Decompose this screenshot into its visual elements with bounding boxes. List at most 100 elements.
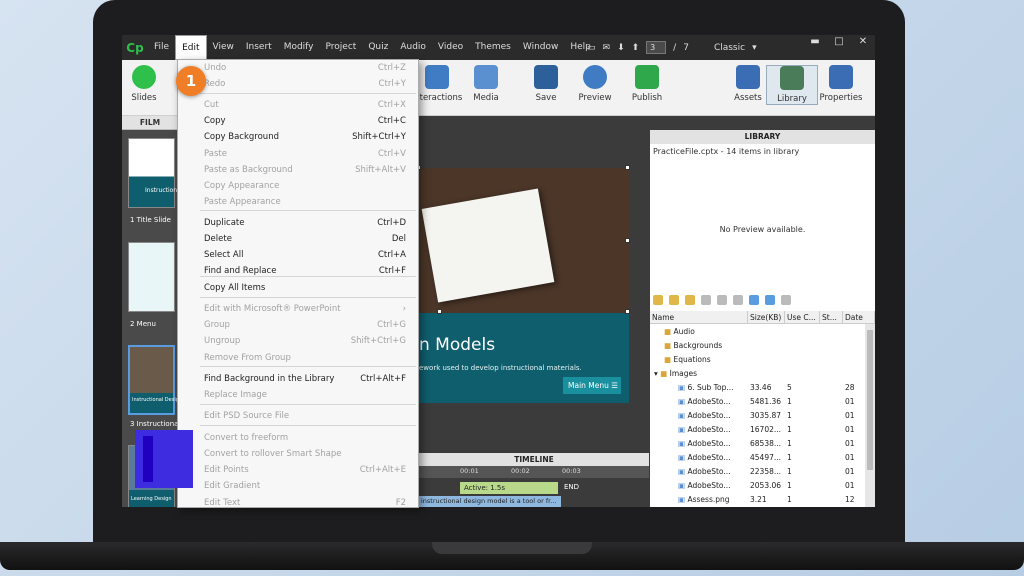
active-clip[interactable]: Active: 1.5s bbox=[460, 482, 558, 494]
library-folder[interactable]: ■ Equations bbox=[650, 353, 865, 367]
duplicate-icon[interactable] bbox=[717, 295, 727, 305]
column-name[interactable]: Name bbox=[650, 311, 748, 323]
menu-window[interactable]: Window bbox=[517, 35, 565, 60]
library-item[interactable]: ▣ AdobeSto... 3035.87 1 01 bbox=[650, 409, 865, 423]
library-folder[interactable]: ■ Backgrounds bbox=[650, 339, 865, 353]
slide-thumb-2[interactable] bbox=[128, 242, 175, 312]
slide-navigator: ▭ ✉ ⬇ ⬆ 3 / 7 Classic ▾ bbox=[587, 41, 757, 54]
library-item[interactable]: ▣ AdobeSto... 22358... 1 01 bbox=[650, 465, 865, 479]
library-item[interactable]: ▣ AdobeSto... 45497... 1 01 bbox=[650, 451, 865, 465]
item-use-count: 5 bbox=[787, 383, 792, 392]
hand-drawing-image[interactable] bbox=[419, 168, 629, 313]
flowchart-paper bbox=[421, 188, 555, 303]
arrow-up-icon[interactable]: ⬆ bbox=[632, 43, 640, 53]
menu-item-label: Edit Points bbox=[204, 465, 249, 475]
current-page-input[interactable]: 3 bbox=[646, 41, 667, 54]
library-item[interactable]: ▣ Assess.png 3.21 1 12 bbox=[650, 493, 865, 507]
menu-item-edit-psd-source-file: Edit PSD Source File bbox=[178, 408, 418, 424]
close-button[interactable]: ✕ bbox=[851, 35, 875, 49]
library-button[interactable]: Library bbox=[766, 65, 818, 105]
column-use-count[interactable]: Use C... bbox=[785, 311, 820, 323]
menu-item-select-all[interactable]: Select All Ctrl+A bbox=[178, 247, 418, 263]
menu-quiz[interactable]: Quiz bbox=[362, 35, 394, 60]
library-scrollbar[interactable] bbox=[865, 324, 875, 507]
menu-modify[interactable]: Modify bbox=[278, 35, 320, 60]
library-item[interactable]: ▣ AdobeSto... 16702... 1 01 bbox=[650, 423, 865, 437]
comment-icon[interactable]: ▭ bbox=[587, 43, 596, 53]
library-folder-images[interactable]: ▾ ■ Images bbox=[650, 367, 865, 381]
menu-item-shortcut: Ctrl+Alt+E bbox=[359, 465, 406, 475]
menu-edit[interactable]: Edit bbox=[175, 35, 207, 60]
library-header: LIBRARY bbox=[650, 130, 875, 144]
menu-item-copy-background[interactable]: Copy Background Shift+Ctrl+Y bbox=[178, 129, 418, 145]
menu-item-delete[interactable]: Delete Del bbox=[178, 231, 418, 247]
slide-stage[interactable]: n Models ework used to develop instructi… bbox=[416, 165, 630, 403]
column-size[interactable]: Size(KB) bbox=[748, 311, 785, 323]
caption-clip[interactable]: instructional design model is a tool or … bbox=[419, 496, 561, 507]
export-icon[interactable] bbox=[685, 295, 695, 305]
scrollbar-thumb[interactable] bbox=[867, 330, 873, 470]
menu-item-copy-all-items[interactable]: Copy All Items bbox=[178, 280, 418, 296]
library-folder[interactable]: ■ Audio bbox=[650, 325, 865, 339]
delete-icon[interactable] bbox=[781, 295, 791, 305]
refresh-icon[interactable] bbox=[749, 295, 759, 305]
menu-file[interactable]: File bbox=[148, 35, 175, 60]
resize-handle[interactable] bbox=[437, 309, 442, 314]
folder-icon[interactable] bbox=[653, 295, 663, 305]
menu-separator bbox=[200, 210, 416, 211]
slide-thumb-1[interactable]: Instruction bbox=[128, 138, 177, 208]
properties-icon[interactable] bbox=[733, 295, 743, 305]
menu-view[interactable]: View bbox=[207, 35, 240, 60]
menu-item-duplicate[interactable]: Duplicate Ctrl+D bbox=[178, 215, 418, 231]
menu-insert[interactable]: Insert bbox=[240, 35, 278, 60]
slide-subtitle[interactable]: ework used to develop instructional mate… bbox=[419, 364, 582, 372]
save-button[interactable]: Save bbox=[520, 65, 572, 103]
properties-button[interactable]: Properties bbox=[815, 65, 867, 103]
main-menu-button[interactable]: Main Menu ☰ bbox=[563, 377, 621, 394]
menu-separator bbox=[200, 425, 416, 426]
mail-icon[interactable]: ✉ bbox=[603, 43, 611, 53]
play-icon bbox=[583, 65, 607, 89]
total-pages: 7 bbox=[683, 42, 689, 53]
resize-handle[interactable] bbox=[625, 309, 630, 314]
arrow-down-icon[interactable]: ⬇ bbox=[617, 43, 625, 53]
maximize-button[interactable]: □ bbox=[827, 35, 851, 49]
menu-item-paste: Paste Ctrl+V bbox=[178, 146, 418, 162]
slide-title[interactable]: n Models bbox=[419, 335, 495, 355]
column-status[interactable]: St... bbox=[820, 311, 843, 323]
collapse-icon[interactable]: ▾ bbox=[650, 367, 660, 381]
preview-button[interactable]: Preview bbox=[569, 65, 621, 103]
library-item[interactable]: ▣ 6. Sub Top... 33.46 5 28 bbox=[650, 381, 865, 395]
edit-icon[interactable] bbox=[701, 295, 711, 305]
workspace-selector[interactable]: Classic bbox=[714, 43, 745, 53]
menu-item-find-background-in-the-library[interactable]: Find Background in the Library Ctrl+Alt+F bbox=[178, 371, 418, 387]
slide-thumb-3[interactable]: Instructional Design M bbox=[128, 345, 188, 415]
minimize-button[interactable]: ▬ bbox=[803, 35, 827, 49]
column-date[interactable]: Date bbox=[843, 311, 875, 323]
slides-button[interactable]: Slides bbox=[122, 65, 170, 103]
resize-handle[interactable] bbox=[625, 238, 630, 243]
menu-themes[interactable]: Themes bbox=[469, 35, 517, 60]
chevron-down-icon[interactable]: ▾ bbox=[752, 43, 757, 53]
library-item[interactable]: ▣ AdobeSto... 2053.06 1 01 bbox=[650, 479, 865, 493]
menu-video[interactable]: Video bbox=[432, 35, 469, 60]
menu-separator bbox=[200, 366, 416, 367]
resize-handle[interactable] bbox=[625, 165, 630, 170]
menu-item-shortcut: › bbox=[402, 304, 406, 314]
import-icon[interactable] bbox=[669, 295, 679, 305]
menu-project[interactable]: Project bbox=[320, 35, 363, 60]
library-item[interactable]: ▣ AdobeSto... 5481.36 1 01 bbox=[650, 395, 865, 409]
folder-icon: ■ bbox=[664, 327, 674, 336]
media-button[interactable]: Media bbox=[460, 65, 512, 103]
library-panel: LIBRARY PracticeFile.cptx - 14 items in … bbox=[650, 130, 875, 507]
publish-button[interactable]: Publish bbox=[621, 65, 673, 103]
menu-item-find-and-replace[interactable]: Find and Replace Ctrl+F bbox=[178, 263, 418, 279]
item-date: 01 bbox=[845, 439, 855, 448]
menu-item-copy[interactable]: Copy Ctrl+C bbox=[178, 113, 418, 129]
menu-item-shortcut: Shift+Ctrl+Y bbox=[352, 132, 406, 142]
usage-icon[interactable] bbox=[765, 295, 775, 305]
library-item[interactable]: ▣ AdobeSto... 68538... 1 01 bbox=[650, 437, 865, 451]
captivate-logo: Cp bbox=[126, 40, 144, 55]
item-size: 68538... bbox=[750, 439, 782, 448]
menu-audio[interactable]: Audio bbox=[394, 35, 432, 60]
